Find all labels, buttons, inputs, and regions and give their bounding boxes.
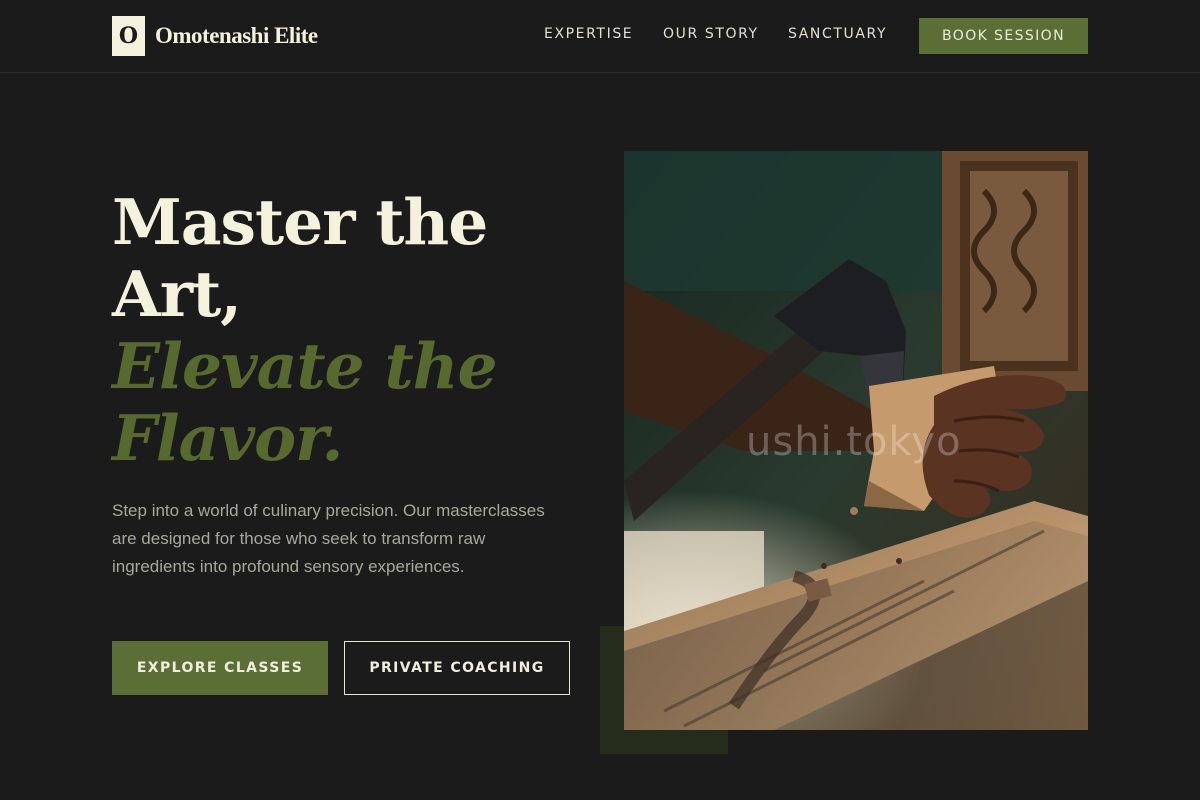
hero-description: Step into a world of culinary precision.… xyxy=(112,501,545,576)
hero-title-accent-line-2: Flavor. xyxy=(112,401,343,475)
hero-title-line-2: Art, xyxy=(112,257,242,331)
hero-title: Master the Art, Elevate the Flavor. xyxy=(112,186,592,474)
nav-link-sanctuary[interactable]: SANCTUARY xyxy=(788,24,887,44)
nav-link-our-story[interactable]: OUR STORY xyxy=(663,24,759,44)
private-coaching-button[interactable]: PRIVATE COACHING xyxy=(344,641,570,695)
hero-image-woodcarving: ushi.tokyo xyxy=(624,151,1088,730)
site-header: O Omotenashi Elite EXPERTISE OUR STORY S… xyxy=(0,0,1200,73)
logo-mark[interactable]: O xyxy=(112,16,145,56)
brand-name[interactable]: Omotenashi Elite xyxy=(155,21,318,51)
explore-classes-button[interactable]: EXPLORE CLASSES xyxy=(112,641,328,695)
hero-title-accent-line-1: Elevate the xyxy=(112,329,498,403)
book-session-button[interactable]: BOOK SESSION xyxy=(919,18,1088,54)
hero-title-line-1: Master the xyxy=(112,185,488,259)
nav-link-expertise[interactable]: EXPERTISE xyxy=(544,24,633,44)
woodcarving-illustration xyxy=(624,151,1088,730)
